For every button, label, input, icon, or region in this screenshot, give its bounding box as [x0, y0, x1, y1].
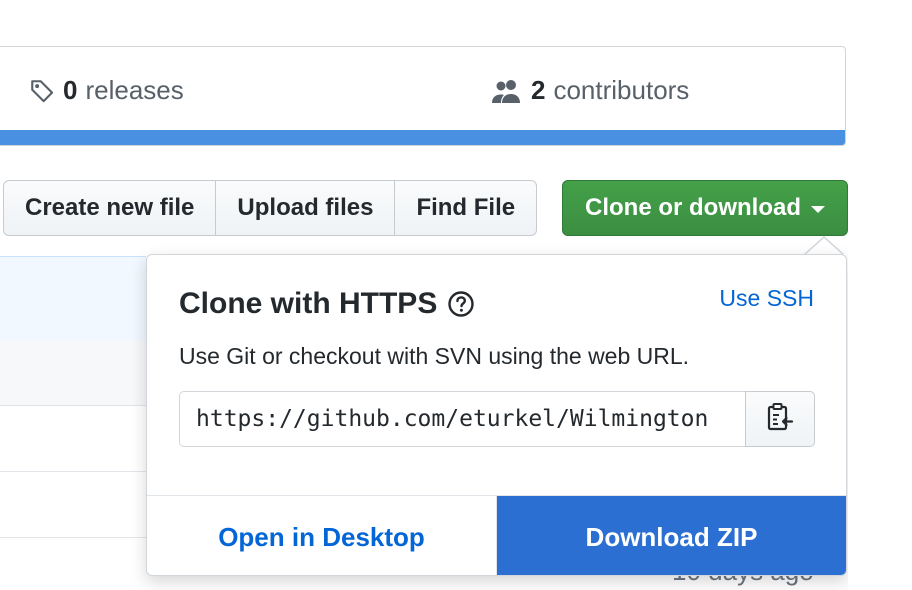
clone-dropdown-footer: Open in Desktop Download ZIP	[147, 495, 846, 575]
clipboard-icon	[766, 402, 794, 437]
create-new-file-button[interactable]: Create new file	[3, 180, 217, 236]
find-file-button[interactable]: Find File	[394, 180, 538, 236]
download-zip-button[interactable]: Download ZIP	[497, 496, 846, 575]
clone-url-group: https://github.com/eturkel/Wilmington	[179, 391, 815, 447]
tag-icon	[29, 78, 55, 104]
page-margin-right	[848, 0, 912, 590]
clone-title-text: Clone with HTTPS	[179, 287, 438, 320]
use-ssh-link[interactable]: Use SSH	[719, 285, 814, 312]
clone-url-input[interactable]: https://github.com/eturkel/Wilmington	[179, 391, 745, 447]
releases-stat[interactable]: 0 releases	[29, 75, 184, 106]
clone-title: Clone with HTTPS	[179, 287, 475, 321]
caret-down-icon	[811, 205, 825, 213]
clone-or-download-button[interactable]: Clone or download	[562, 180, 848, 236]
open-in-desktop-button[interactable]: Open in Desktop	[147, 496, 497, 575]
contributors-count: 2	[531, 75, 546, 105]
question-circle-icon[interactable]	[447, 290, 475, 318]
upload-files-button[interactable]: Upload files	[215, 180, 396, 236]
copy-to-clipboard-button[interactable]	[745, 391, 815, 447]
clone-description: Use Git or checkout with SVN using the w…	[179, 343, 690, 369]
dropdown-pointer-fill	[805, 238, 843, 255]
language-bar	[0, 130, 845, 145]
file-list-row[interactable]	[0, 341, 146, 406]
file-actions-group: Create new file Upload files Find File	[3, 180, 538, 236]
repo-summary: 0 releases 2 contributors	[0, 46, 846, 146]
contributors-label: contributors	[553, 75, 690, 105]
releases-count: 0	[63, 75, 78, 105]
clone-or-download-label: Clone or download	[585, 194, 801, 221]
clone-dropdown: Clone with HTTPS Use SSH Use Git or chec…	[146, 254, 847, 576]
file-list-row[interactable]	[0, 406, 146, 472]
people-icon	[491, 79, 523, 103]
file-list-row[interactable]	[0, 472, 146, 538]
file-list-header-row	[0, 256, 146, 342]
contributors-stat[interactable]: 2 contributors	[491, 75, 689, 106]
releases-label: releases	[85, 75, 184, 105]
